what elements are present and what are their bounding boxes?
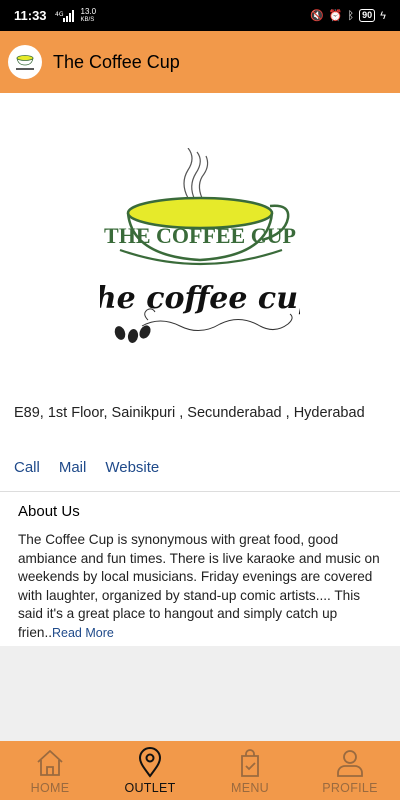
location-pin-icon: [138, 747, 162, 778]
app-bar: The Coffee Cup: [0, 31, 400, 93]
home-icon: [37, 750, 63, 776]
mute-icon: 🔇: [310, 10, 324, 22]
shopping-bag-icon: [241, 749, 259, 777]
battery-icon: 90: [359, 9, 376, 22]
read-more-link[interactable]: Read More: [52, 626, 114, 640]
bluetooth-icon: ᛒ: [347, 9, 355, 22]
nav-profile[interactable]: PROFILE: [300, 741, 400, 800]
svg-text:4G: 4G: [55, 11, 64, 18]
about-us-text: The Coffee Cup is synonymous with great …: [18, 531, 388, 642]
nav-menu-label: MENU: [230, 781, 269, 795]
nav-outlet-label: OUTLET: [124, 781, 176, 795]
network-speed: 13.0 KB/S: [80, 6, 97, 23]
outlet-details: THE COFFEE CUP the coffee cup E89, 1st F…: [0, 93, 400, 646]
page-title: The Coffee Cup: [53, 51, 180, 72]
coffee-cup-logo-icon: [16, 55, 34, 70]
logo-arc-text: THE COFFEE CUP: [104, 223, 296, 248]
outlet-avatar[interactable]: [8, 45, 42, 79]
contact-links: Call Mail Website: [14, 459, 159, 476]
divider: [0, 491, 400, 492]
nav-home[interactable]: HOME: [0, 741, 100, 800]
website-link[interactable]: Website: [105, 459, 159, 476]
about-us-body: The Coffee Cup is synonymous with great …: [18, 532, 380, 640]
nav-profile-label: PROFILE: [322, 781, 378, 795]
logo-script-text: the coffee cup: [100, 281, 300, 316]
user-icon: [337, 750, 363, 777]
outlet-address: E89, 1st Floor, Sainikpuri , Secunderaba…: [14, 405, 365, 421]
coffee-cup-logo-image: THE COFFEE CUP the coffee cup: [100, 148, 300, 343]
alarm-icon: ⏰: [328, 10, 343, 22]
nav-outlet[interactable]: OUTLET: [100, 741, 200, 800]
mail-link[interactable]: Mail: [59, 459, 87, 476]
charging-icon: ϟ: [380, 9, 386, 22]
nav-home-label: HOME: [30, 781, 70, 795]
nav-menu[interactable]: MENU: [200, 741, 300, 800]
status-bar: 11:33 4G 13.0 KB/S 🔇 ⏰ ᛒ 90 ϟ: [0, 0, 400, 31]
signal-icon: 4G 13.0 KB/S: [55, 6, 97, 24]
status-time: 11:33: [14, 8, 47, 23]
about-us-heading: About Us: [18, 503, 80, 520]
call-link[interactable]: Call: [14, 459, 40, 476]
bottom-navigation: HOME OUTLET MENU PROFILE: [0, 741, 400, 800]
